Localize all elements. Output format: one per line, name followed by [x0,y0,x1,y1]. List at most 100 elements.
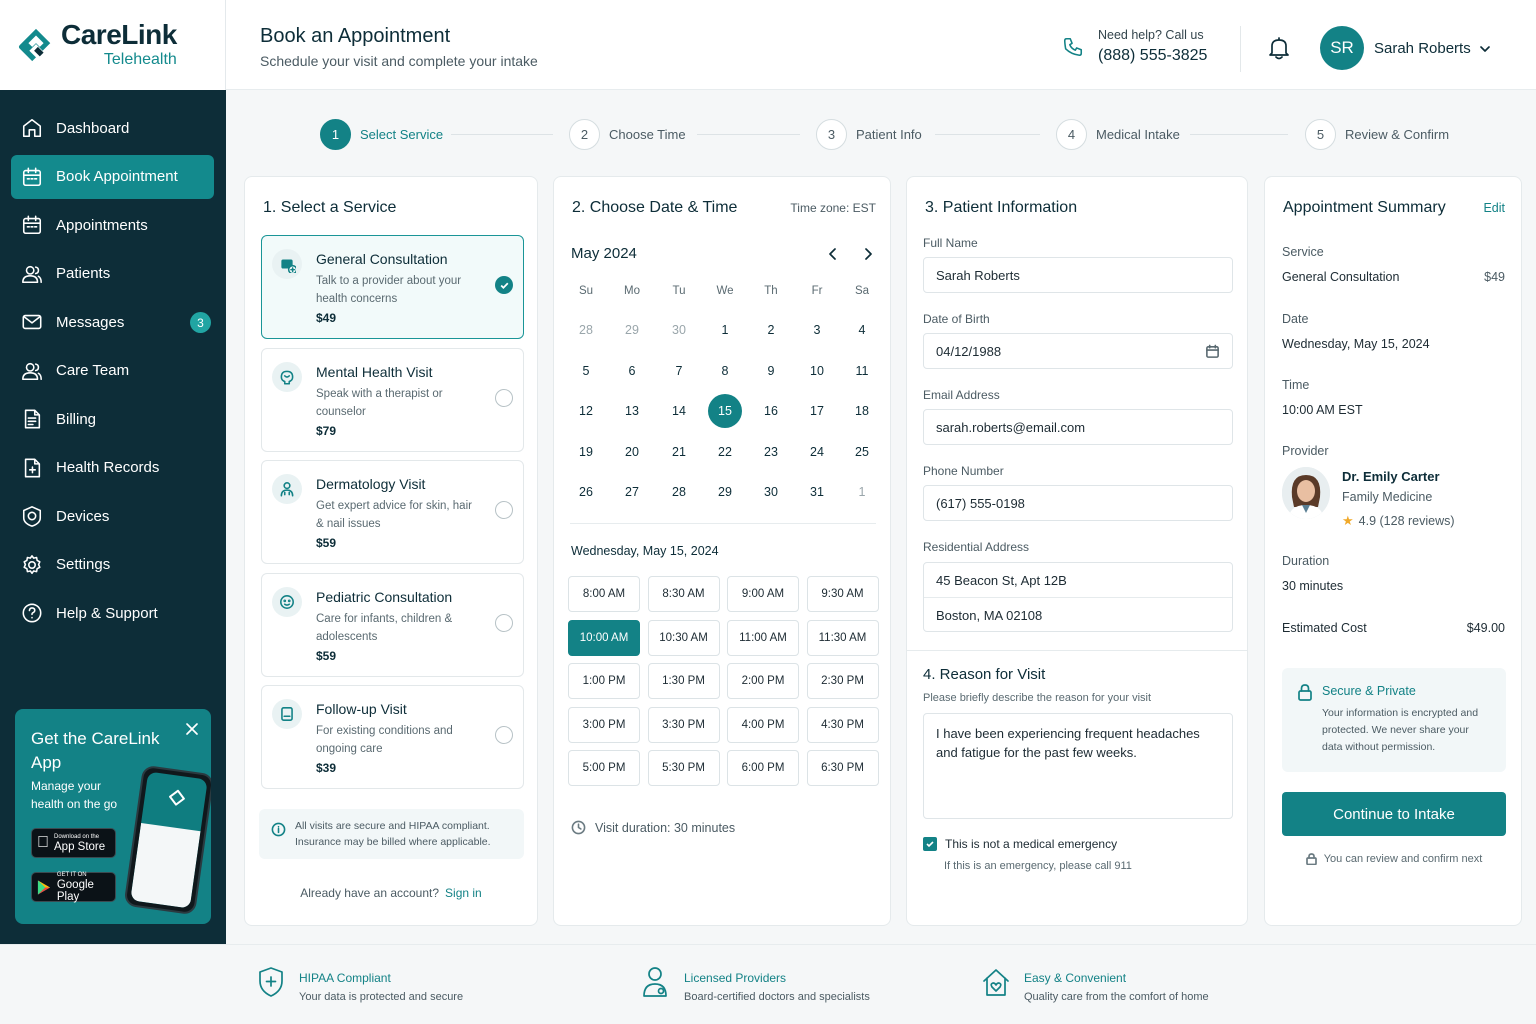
sidebar-item-patients[interactable]: Patients [11,252,214,296]
calendar-day[interactable]: 29 [615,313,649,347]
brand-logo[interactable]: CareLink Telehealth [0,0,226,90]
service-option-follow-up[interactable]: Follow-up Visit For existing conditions a… [261,685,524,789]
check-circle-icon[interactable] [495,276,513,294]
time-slot[interactable]: 4:30 PM [806,706,879,743]
calendar-day[interactable]: 4 [845,313,879,347]
help-phone[interactable]: (888) 555-3825 [1098,47,1207,65]
sidebar-item-book-appointment[interactable]: Book Appointment [11,154,214,199]
sidebar-item-appointments[interactable]: Appointments [11,203,214,247]
time-slot[interactable]: 8:30 AM [647,576,720,612]
calendar-day[interactable]: 7 [662,354,696,388]
calendar-day[interactable]: 22 [708,435,742,469]
time-slot[interactable]: 2:00 PM [727,663,799,699]
radio-button[interactable] [495,388,513,407]
calendar-day[interactable]: 30 [662,313,696,347]
address-line2-field[interactable]: Boston, MA 02108 [924,598,1232,633]
calendar-day[interactable]: 19 [569,435,603,469]
radio-button[interactable] [495,613,513,632]
calendar-day[interactable]: 8 [708,354,742,388]
radio-button[interactable] [495,726,513,744]
radio-button[interactable] [495,501,513,519]
calendar-day[interactable]: 13 [615,394,649,428]
time-slot[interactable]: 11:30 AM [806,619,879,656]
step-3[interactable]: 3 Patient Info [816,118,922,150]
chevron-down-icon[interactable] [1478,42,1492,56]
step-4[interactable]: 4 Medical Intake [1056,118,1180,150]
service-option-mental-health[interactable]: Mental Health Visit Speak with a therapis… [261,347,524,452]
checkbox-checked-icon[interactable] [923,837,937,851]
calendar-day[interactable]: 9 [754,354,788,388]
help-contact[interactable]: Need help? Call us (888) 555-3825 [1062,28,1207,65]
close-icon[interactable] [185,722,199,736]
calendar-day[interactable]: 12 [569,394,603,428]
calendar-day[interactable]: 27 [615,475,649,509]
sidebar-item-messages[interactable]: Messages 3 [11,300,214,344]
calendar-day[interactable]: 3 [800,313,834,347]
time-slot[interactable]: 8:00 AM [568,576,640,612]
calendar-icon[interactable] [1205,344,1220,359]
bell-icon[interactable] [1268,36,1290,60]
user-name[interactable]: Sarah Roberts [1374,40,1471,57]
calendar-day[interactable]: 1 [845,475,879,509]
continue-button[interactable]: Continue to Intake [1282,792,1506,836]
time-slot[interactable]: 6:30 PM [806,750,879,786]
time-slot[interactable]: 10:30 AM [647,619,720,656]
calendar-day[interactable]: 16 [754,394,788,428]
calendar-day[interactable]: 10 [800,354,834,388]
step-2[interactable]: 2 Choose Time [569,118,686,150]
address-line1-field[interactable]: 45 Beacon St, Apt 12B [924,563,1232,598]
sidebar-item-health-records[interactable]: Health Records [11,446,214,490]
step-1[interactable]: 1 Select Service [320,118,443,150]
sidebar-item-billing[interactable]: Billing [11,397,214,441]
step-5[interactable]: 5 Review & Confirm [1305,118,1449,150]
time-slot[interactable]: 3:30 PM [647,706,720,743]
time-slot[interactable]: 4:00 PM [727,706,799,743]
phone-field[interactable]: (617) 555-0198 [923,485,1233,521]
service-option-pediatric[interactable]: Pediatric Consultation Care for infants, … [261,572,524,677]
time-slot[interactable]: 1:00 PM [568,663,640,699]
calendar-day[interactable]: 26 [569,475,603,509]
signin-link[interactable]: Sign in [445,886,482,900]
calendar-day[interactable]: 24 [800,435,834,469]
email-field[interactable]: sarah.roberts@email.com [923,409,1233,445]
full-name-field[interactable]: Sarah Roberts [923,257,1233,293]
avatar[interactable]: SR [1320,26,1364,70]
time-slot-selected[interactable]: 10:00 AM [568,619,640,656]
calendar-day[interactable]: 14 [662,394,696,428]
chevron-left-icon[interactable] [826,247,840,261]
time-slot[interactable]: 5:00 PM [568,750,640,786]
reason-textarea[interactable]: I have been experiencing frequent headac… [923,713,1233,819]
chevron-right-icon[interactable] [861,247,875,261]
sidebar-item-settings[interactable]: Settings [11,543,214,587]
calendar-day[interactable]: 31 [800,475,834,509]
calendar-day[interactable]: 28 [662,475,696,509]
calendar-day[interactable]: 6 [615,354,649,388]
calendar-day-selected[interactable]: 15 [708,394,742,428]
sidebar-item-devices[interactable]: Devices [11,494,214,538]
time-slot[interactable]: 2:30 PM [806,663,879,699]
google-play-button[interactable]: GET IT ON Google Play [31,872,116,903]
calendar-day[interactable]: 23 [754,435,788,469]
calendar-day[interactable]: 25 [845,435,879,469]
sidebar-item-help-support[interactable]: Help & Support [11,591,214,635]
time-slot[interactable]: 6:00 PM [727,750,799,786]
sidebar-item-dashboard[interactable]: Dashboard [11,106,214,150]
calendar-day[interactable]: 11 [845,354,879,388]
time-slot[interactable]: 9:00 AM [727,576,799,612]
emergency-checkbox[interactable]: This is not a medical emergency [923,837,1117,851]
calendar-day[interactable]: 29 [708,475,742,509]
calendar-day[interactable]: 17 [800,394,834,428]
sidebar-item-care-team[interactable]: Care Team [11,349,214,393]
time-slot[interactable]: 1:30 PM [647,663,720,699]
time-slot[interactable]: 3:00 PM [568,706,640,743]
calendar-day[interactable]: 30 [754,475,788,509]
edit-link[interactable]: Edit [1483,201,1505,215]
calendar-day[interactable]: 28 [569,313,603,347]
service-option-dermatology[interactable]: Dermatology Visit Get expert advice for s… [261,460,524,564]
service-option-general[interactable]: General Consultation Talk to a provider a… [261,235,524,339]
time-slot[interactable]: 9:30 AM [806,576,879,612]
app-store-button[interactable]:  Download on theApp Store [31,828,116,858]
calendar-day[interactable]: 20 [615,435,649,469]
time-slot[interactable]: 5:30 PM [647,750,720,786]
calendar-day[interactable]: 2 [754,313,788,347]
